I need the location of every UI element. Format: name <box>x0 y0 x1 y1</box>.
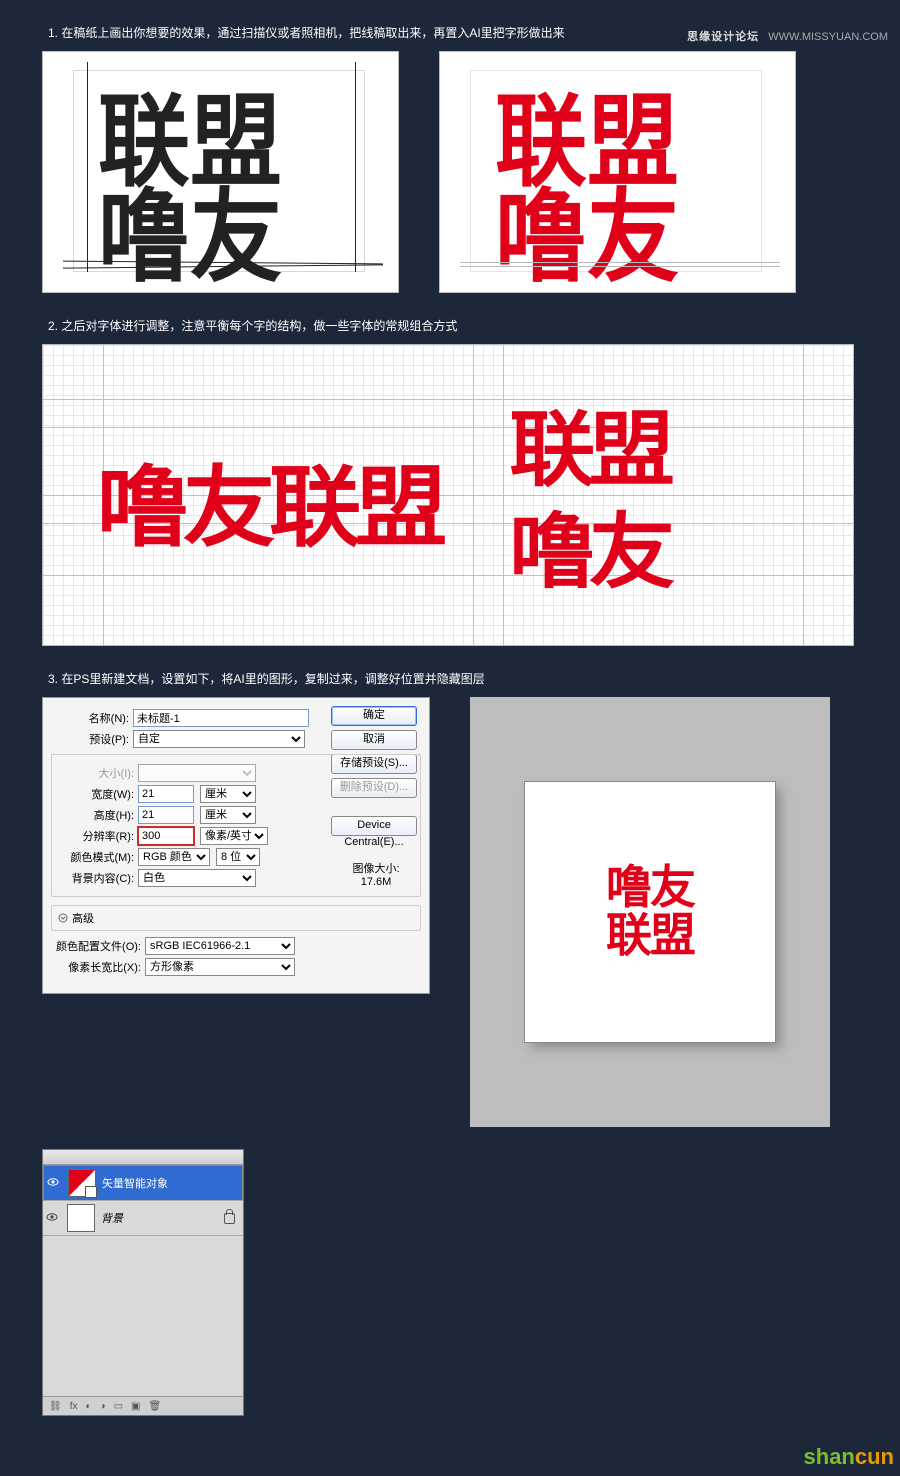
height-field[interactable] <box>138 806 194 824</box>
resolution-unit[interactable]: 像素/英寸 <box>200 827 268 845</box>
logo-horizontal: 噜友联盟 <box>97 437 441 564</box>
layer-thumb-icon <box>67 1204 95 1232</box>
fx-icon[interactable]: fx <box>70 1401 78 1412</box>
depth-select[interactable]: 8 位 <box>216 848 260 866</box>
width-field[interactable] <box>138 785 194 803</box>
width-label: 宽度(W): <box>56 786 134 802</box>
advanced-label: 高级 <box>72 910 94 926</box>
visibility-icon[interactable] <box>43 1211 61 1226</box>
chevron-icon <box>58 913 68 923</box>
logo-stack-bottom: 噜友 <box>509 485 669 604</box>
trash-icon[interactable]: 🗑 <box>148 1401 161 1412</box>
layer-row-background[interactable]: 背景 <box>43 1201 243 1236</box>
mode-select[interactable]: RGB 颜色 <box>138 848 210 866</box>
bg-select[interactable]: 白色 <box>138 869 256 887</box>
ps-canvas-preview: 噜友 联盟 <box>470 697 830 1127</box>
preview-line-2: 联盟 <box>606 912 694 960</box>
profile-label: 颜色配置文件(O): <box>51 938 141 954</box>
site-watermark: shancun <box>804 1444 894 1470</box>
height-unit[interactable]: 厘米 <box>200 806 256 824</box>
layers-footer: ⛓ fx ◐ ◑ ▭ ▣ 🗑 <box>43 1396 243 1415</box>
lock-icon <box>224 1213 235 1224</box>
adjust-icon[interactable]: ◑ <box>100 1401 106 1412</box>
preset-select[interactable]: 自定 <box>133 730 305 748</box>
size-label: 大小(I): <box>56 765 134 781</box>
preview-line-1: 噜友 <box>606 864 694 912</box>
resolution-field[interactable] <box>138 827 194 845</box>
cancel-button[interactable]: 取消 <box>331 730 417 750</box>
ps-new-doc-dialog: 确定 取消 存储预设(S)... 删除预设(D)... Device Centr… <box>42 697 430 994</box>
layer-name: 背景 <box>101 1210 123 1226</box>
name-field[interactable] <box>133 709 309 727</box>
ai-artboard-grid: 噜友联盟 联盟 噜友 <box>42 344 854 646</box>
document-canvas: 噜友 联盟 <box>525 782 775 1042</box>
layer-thumb-icon <box>68 1169 96 1197</box>
visibility-icon[interactable] <box>44 1176 62 1191</box>
header-watermark: 思缘设计论坛 WWW.MISSYUAN.COM <box>687 28 888 44</box>
height-label: 高度(H): <box>56 807 134 823</box>
layers-header <box>43 1150 243 1165</box>
layers-empty-area <box>43 1236 243 1396</box>
ok-button[interactable]: 确定 <box>331 706 417 726</box>
layer-name: 矢量智能对象 <box>102 1175 168 1191</box>
bg-label: 背景内容(C): <box>56 870 134 886</box>
layers-panel: 矢量智能对象 背景 ⛓ fx ◐ ◑ ▭ ▣ 🗑 <box>42 1149 244 1416</box>
layer-row-smartobject[interactable]: 矢量智能对象 <box>43 1165 243 1201</box>
step-3-text: 3. 在PS里新建文档，设置如下，将AI里的图形，复制过来，调整好位置并隐藏图层 <box>48 670 900 687</box>
width-unit[interactable]: 厘米 <box>200 785 256 803</box>
advanced-toggle[interactable]: 高级 <box>51 905 421 931</box>
sketch-red-trace: 联盟 噜友 <box>439 51 796 293</box>
name-label: 名称(N): <box>51 710 129 726</box>
profile-select[interactable]: sRGB IEC61966-2.1 <box>145 937 295 955</box>
preset-label: 预设(P): <box>51 731 129 747</box>
header-site: 思缘设计论坛 <box>687 31 759 43</box>
aspect-label: 像素长宽比(X): <box>51 959 141 975</box>
mask-icon[interactable]: ◐ <box>85 1401 91 1412</box>
step-2-text: 2. 之后对字体进行调整，注意平衡每个字的结构，做一些字体的常规组合方式 <box>48 317 900 334</box>
mode-label: 颜色模式(M): <box>56 849 134 865</box>
new-layer-icon[interactable]: ▣ <box>131 1401 140 1412</box>
header-url: WWW.MISSYUAN.COM <box>768 31 888 43</box>
folder-icon[interactable]: ▭ <box>114 1401 123 1412</box>
size-select <box>138 764 256 782</box>
sketch-pencil: 联盟 噜友 <box>42 51 399 293</box>
aspect-select[interactable]: 方形像素 <box>145 958 295 976</box>
resolution-label: 分辨率(R): <box>56 828 134 844</box>
link-icon[interactable]: ⛓ <box>49 1401 62 1412</box>
